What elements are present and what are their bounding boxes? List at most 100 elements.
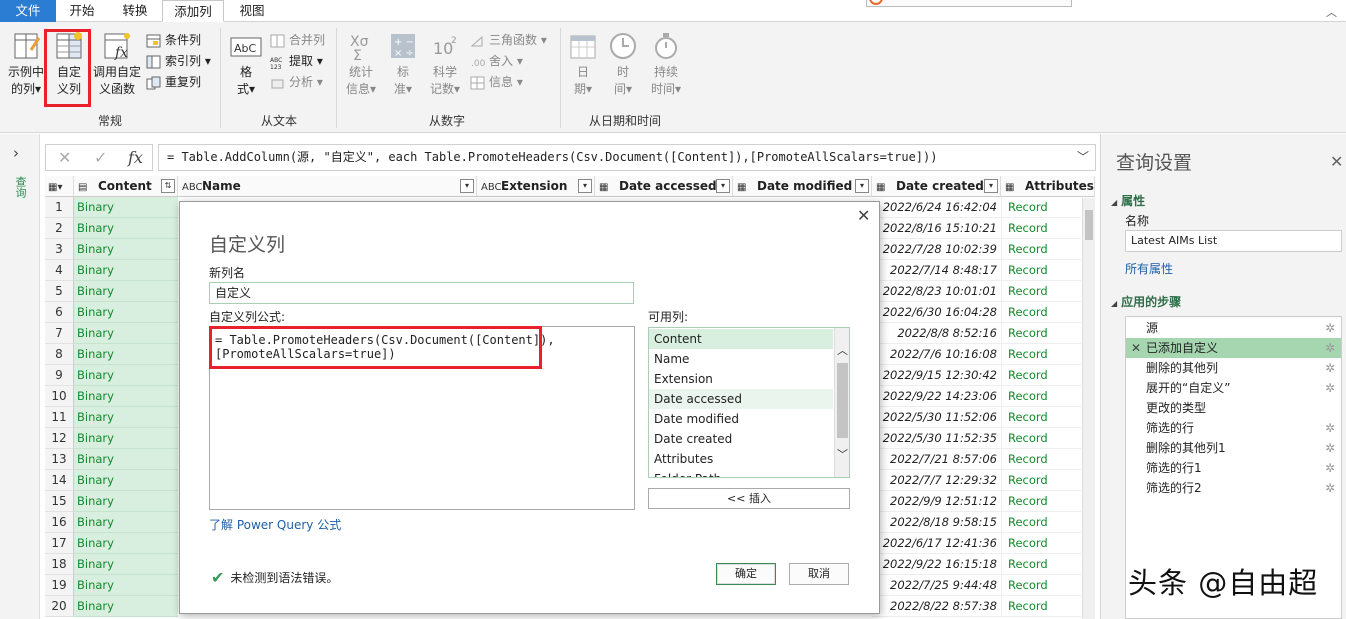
cell-attributes-record[interactable]: Record	[1001, 533, 1081, 554]
cell-date-created[interactable]: 2022/9/22 16:15:18	[872, 554, 1001, 575]
cell-attributes-record[interactable]: Record	[1001, 344, 1081, 365]
step-item[interactable]: 删除的其他列1 ✲	[1126, 438, 1341, 458]
standard-button[interactable]: + − × ÷ 标 准▾	[386, 30, 420, 98]
cell-date-created[interactable]: 2022/8/18 9:58:15	[872, 512, 1001, 533]
gear-icon[interactable]: ✲	[1325, 478, 1335, 498]
time-button[interactable]: 时 间▾	[606, 30, 640, 98]
cell-content-binary[interactable]: Binary	[74, 197, 178, 218]
cell-content-binary[interactable]: Binary	[74, 449, 178, 470]
statistics-button[interactable]: Xσ Σ 统计 信息▾	[342, 30, 380, 98]
cell-content-binary[interactable]: Binary	[74, 260, 178, 281]
duplicate-column-button[interactable]: 重复列	[146, 72, 201, 92]
cell-date-created[interactable]: 2022/9/15 12:30:42	[872, 365, 1001, 386]
filter-dropdown-icon[interactable]: ▾	[460, 179, 474, 193]
cell-date-created[interactable]: 2022/8/8 8:52:16	[872, 323, 1001, 344]
cell-content-binary[interactable]: Binary	[74, 365, 178, 386]
cell-attributes-record[interactable]: Record	[1001, 449, 1081, 470]
step-item[interactable]: 展开的“自定义” ✲	[1126, 378, 1341, 398]
gear-icon[interactable]: ✲	[1325, 318, 1335, 338]
close-icon[interactable]: ✕	[857, 206, 870, 225]
cell-attributes-record[interactable]: Record	[1001, 470, 1081, 491]
scroll-down-icon[interactable]: ﹀	[837, 446, 848, 462]
cell-attributes-record[interactable]: Record	[1001, 218, 1081, 239]
tab-file[interactable]: 文件	[0, 0, 56, 22]
fx-icon[interactable]: fx	[128, 148, 143, 167]
scroll-up-icon[interactable]: ︿	[837, 342, 848, 358]
expand-arrow-icon[interactable]: ›	[13, 144, 19, 162]
cell-attributes-record[interactable]: Record	[1001, 512, 1081, 533]
filter-dropdown-icon[interactable]: ▾	[716, 179, 730, 193]
cell-date-created[interactable]: 2022/9/9 12:51:12	[872, 491, 1001, 512]
cell-attributes-record[interactable]: Record	[1001, 260, 1081, 281]
cell-attributes-record[interactable]: Record	[1001, 491, 1081, 512]
cell-date-created[interactable]: 2022/6/24 16:42:04	[872, 197, 1001, 218]
confirm-formula-icon[interactable]: ✓	[94, 148, 107, 167]
cell-content-binary[interactable]: Binary	[74, 407, 178, 428]
cell-content-binary[interactable]: Binary	[74, 323, 178, 344]
cell-attributes-record[interactable]: Record	[1001, 302, 1081, 323]
cell-date-created[interactable]: 2022/5/30 11:52:35	[872, 428, 1001, 449]
merge-columns-button[interactable]: 合并列	[270, 30, 325, 50]
list-item[interactable]: Content	[649, 329, 833, 349]
cell-date-created[interactable]: 2022/7/14 8:48:17	[872, 260, 1001, 281]
cancel-button[interactable]: 取消	[789, 563, 849, 585]
column-from-examples-button[interactable]: 示例中 的列▾	[4, 30, 48, 98]
list-item[interactable]: Date modified	[649, 409, 833, 429]
ok-button[interactable]: 确定	[716, 563, 776, 585]
filter-dropdown-icon[interactable]: ▾	[984, 179, 998, 193]
cell-attributes-record[interactable]: Record	[1001, 365, 1081, 386]
cell-attributes-record[interactable]: Record	[1001, 554, 1081, 575]
list-item[interactable]: Folder Path	[649, 469, 833, 477]
cell-content-binary[interactable]: Binary	[74, 575, 178, 596]
step-item[interactable]: 筛选的行2 ✲	[1126, 478, 1341, 498]
invoke-custom-function-button[interactable]: fx 调用自定 义函数	[92, 30, 142, 98]
cell-content-binary[interactable]: Binary	[74, 281, 178, 302]
cell-attributes-record[interactable]: Record	[1001, 197, 1081, 218]
gear-icon[interactable]: ✲	[1325, 438, 1335, 458]
all-properties-link[interactable]: 所有属性	[1125, 260, 1173, 277]
formula-expand-icon[interactable]: ﹀	[1077, 145, 1089, 170]
cell-date-created[interactable]: 2022/7/7 12:29:32	[872, 470, 1001, 491]
insert-button[interactable]: << 插入	[648, 488, 850, 509]
column-header-extension[interactable]: ABCExtension ▾	[477, 176, 595, 197]
cell-content-binary[interactable]: Binary	[74, 428, 178, 449]
expand-column-icon[interactable]: ⇅	[161, 179, 175, 193]
conditional-column-button[interactable]: 条件列	[146, 30, 201, 50]
formula-bar[interactable]: = Table.AddColumn(源, "自定义", each Table.P…	[158, 144, 1096, 171]
gear-icon[interactable]: ✲	[1325, 338, 1335, 358]
cell-content-binary[interactable]: Binary	[74, 491, 178, 512]
cell-content-binary[interactable]: Binary	[74, 533, 178, 554]
scrollbar-thumb[interactable]	[1085, 210, 1093, 240]
trigonometry-button[interactable]: 三角函数 ▾	[470, 30, 547, 50]
column-header-attributes[interactable]: ▦ Attributes	[1001, 176, 1095, 197]
list-item[interactable]: Date accessed	[649, 389, 833, 409]
close-icon[interactable]: ✕	[1330, 152, 1343, 171]
queries-pane-label[interactable]: 查询	[12, 176, 27, 198]
learn-formulas-link[interactable]: 了解 Power Query 公式	[209, 516, 341, 533]
filter-dropdown-icon[interactable]: ▾	[855, 179, 869, 193]
list-item[interactable]: Extension	[649, 369, 833, 389]
delete-step-icon[interactable]: ✕	[1131, 338, 1141, 358]
cell-content-binary[interactable]: Binary	[74, 386, 178, 407]
table-menu-icon[interactable]: ▦▾	[45, 176, 74, 197]
number-info-button[interactable]: 信息 ▾	[470, 72, 523, 92]
cell-attributes-record[interactable]: Record	[1001, 323, 1081, 344]
step-item[interactable]: 更改的类型	[1126, 398, 1341, 418]
cell-date-created[interactable]: 2022/7/25 9:44:48	[872, 575, 1001, 596]
cell-date-created[interactable]: 2022/7/21 8:57:06	[872, 449, 1001, 470]
gear-icon[interactable]: ✲	[1325, 418, 1335, 438]
extract-button[interactable]: ABC 123 提取 ▾	[270, 51, 323, 71]
step-item-selected[interactable]: ✕ 已添加自定义 ✲	[1126, 338, 1341, 358]
cancel-formula-icon[interactable]: ✕	[58, 148, 71, 167]
cell-attributes-record[interactable]: Record	[1001, 281, 1081, 302]
properties-section-header[interactable]: ◢ 属性	[1111, 192, 1145, 209]
cell-date-created[interactable]: 2022/9/22 14:23:06	[872, 386, 1001, 407]
step-item[interactable]: 筛选的行 ✲	[1126, 418, 1341, 438]
scrollbar-thumb[interactable]	[837, 363, 848, 438]
cell-date-created[interactable]: 2022/7/28 10:02:39	[872, 239, 1001, 260]
available-columns-list[interactable]: Content Name Extension Date accessed Dat…	[648, 327, 850, 478]
cell-attributes-record[interactable]: Record	[1001, 596, 1081, 617]
column-header-date-modified[interactable]: ▦ Date modified ▾	[733, 176, 872, 197]
tab-home[interactable]: 开始	[56, 0, 108, 22]
filter-dropdown-icon[interactable]: ▾	[578, 179, 592, 193]
